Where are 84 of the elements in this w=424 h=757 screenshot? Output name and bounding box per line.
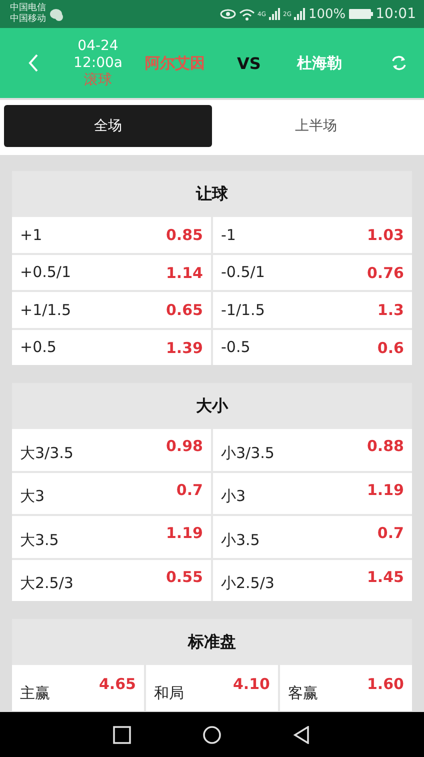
- odds-value: 0.76: [366, 262, 404, 282]
- odds-value: 1.45: [366, 566, 404, 586]
- odds-value: 1.19: [366, 480, 404, 498]
- odds-option[interactable]: -0.5 0.6: [213, 330, 412, 365]
- section-title: 大小: [195, 394, 230, 416]
- odds-value: 1.14: [166, 262, 203, 282]
- odds-option[interactable]: 主赢 4.65: [12, 665, 144, 711]
- odds-option[interactable]: 大2.5/3 0.55: [12, 560, 211, 601]
- odds-value: 0.98: [166, 436, 203, 455]
- battery-icon: [348, 9, 373, 19]
- bet-label: 客赢: [288, 684, 318, 704]
- triangle-icon: [293, 726, 311, 744]
- chevron-left-icon: [28, 54, 39, 72]
- home-team: 阿尔艾因: [145, 54, 206, 72]
- bet-label: -1: [221, 226, 236, 246]
- odds-option[interactable]: +1 0.85: [12, 217, 211, 252]
- tab[interactable]: 全场: [4, 105, 212, 147]
- odds-option[interactable]: 和局 4.10: [146, 665, 278, 711]
- battery-percent: 100%: [308, 6, 346, 22]
- odds-value: 1.39: [166, 338, 203, 356]
- odds-option[interactable]: -1 1.03: [213, 217, 412, 252]
- bet-label: 大3: [20, 487, 45, 507]
- wifi-icon: [238, 7, 255, 21]
- bet-label: -0.5/1: [221, 263, 265, 283]
- refresh-icon: [390, 54, 408, 72]
- bet-label: 主赢: [20, 684, 50, 704]
- bet-label: +0.5: [20, 338, 56, 358]
- odds-option[interactable]: 小3/3.5 0.88: [213, 429, 412, 470]
- odds-value: 1.03: [366, 225, 404, 244]
- match-date: 04-24: [78, 38, 118, 54]
- odds-value: 0.88: [366, 436, 404, 455]
- bet-label: 大2.5/3: [20, 574, 74, 594]
- bet-label: 小2.5/3: [221, 574, 274, 594]
- odds-option[interactable]: 小3 1.19: [213, 472, 412, 514]
- section-title: 标准盘: [186, 630, 237, 652]
- signal-icon: [269, 8, 280, 20]
- bet-label: +1: [20, 226, 42, 246]
- bet-label: 大3/3.5: [20, 444, 74, 464]
- bet-label: -1/1.5: [221, 300, 265, 320]
- odds-value: 4.65: [98, 674, 136, 693]
- tab[interactable]: 上半场: [212, 105, 420, 147]
- odds-value: 0.6: [377, 338, 404, 356]
- section-title: 让球: [194, 182, 229, 204]
- bet-label: 和局: [154, 684, 184, 704]
- square-icon: [113, 726, 131, 744]
- carrier-name: 中国电信: [10, 3, 46, 14]
- odds-option[interactable]: 大3 0.7: [12, 472, 211, 514]
- odds-value: 0.65: [166, 300, 203, 319]
- bet-label: 小3: [221, 487, 246, 507]
- odds-value: 0.7: [176, 480, 203, 498]
- odds-value: 0.7: [377, 523, 404, 542]
- odds-value: 1.60: [366, 674, 404, 693]
- odds-option[interactable]: 大3.5 1.19: [12, 516, 211, 558]
- odds-option[interactable]: 大3/3.5 0.98: [12, 429, 211, 470]
- home-button[interactable]: [203, 726, 221, 744]
- recents-button[interactable]: [113, 726, 131, 744]
- bet-label: 小3/3.5: [221, 444, 274, 464]
- circle-icon: [203, 726, 221, 744]
- match-status: 滚球: [84, 72, 112, 88]
- bet-label: -0.5: [221, 338, 250, 358]
- odds-option[interactable]: 小2.5/3 1.45: [213, 560, 412, 601]
- odds-value: 0.85: [166, 225, 203, 244]
- odds-option[interactable]: +0.5/1 1.14: [12, 254, 211, 290]
- bet-label: +1/1.5: [20, 300, 72, 320]
- clock-time: 10:01: [376, 6, 416, 22]
- bet-label: 小3.5: [221, 530, 260, 550]
- away-team: 杜海勒: [297, 54, 343, 72]
- back-nav-button[interactable]: [293, 726, 311, 744]
- odds-value: 0.55: [166, 566, 203, 586]
- versus-label: VS: [237, 54, 262, 72]
- odds-option[interactable]: 小3.5 0.7: [213, 516, 412, 558]
- odds-option[interactable]: -1/1.5 1.3: [213, 292, 412, 328]
- signal-icon: [294, 8, 306, 20]
- odds-option[interactable]: -0.5/1 0.76: [213, 254, 412, 290]
- odds-option[interactable]: +0.5 1.39: [12, 330, 211, 365]
- odds-value: 1.19: [166, 523, 203, 542]
- odds-value: 4.10: [232, 674, 270, 693]
- odds-option[interactable]: 客赢 1.60: [280, 665, 412, 711]
- match-time: 12:00a: [74, 54, 122, 72]
- bet-label: +0.5/1: [20, 263, 72, 283]
- carrier-name: 中国移动: [10, 14, 46, 25]
- odds-value: 1.3: [377, 300, 404, 319]
- bet-label: 大3.5: [20, 530, 59, 550]
- odds-option[interactable]: +1/1.5 0.65: [12, 292, 211, 328]
